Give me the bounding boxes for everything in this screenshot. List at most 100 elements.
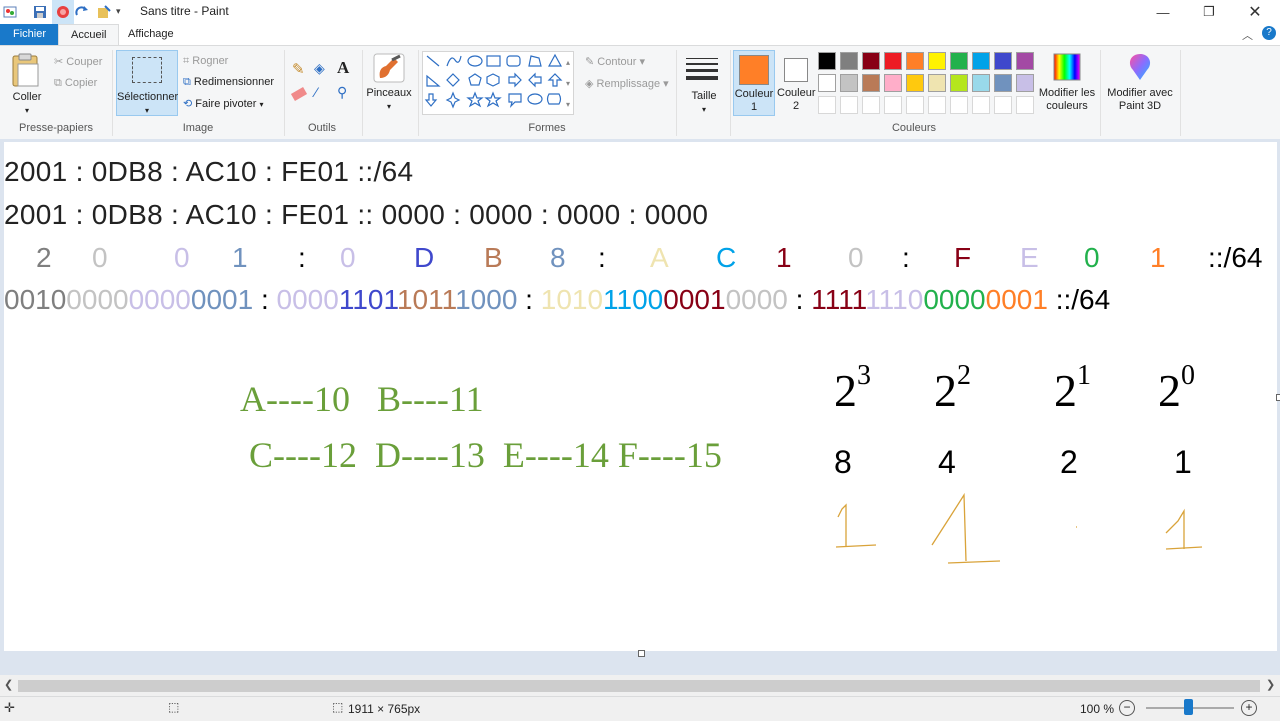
binary-nibble: 1101	[338, 284, 397, 315]
palette-swatch[interactable]	[906, 52, 924, 70]
text-tool-icon[interactable]: A	[337, 58, 349, 78]
zoom-out-button[interactable]: −	[1119, 700, 1135, 716]
edit-paint3d-button[interactable]: Modifier avec Paint 3D	[1104, 52, 1176, 118]
binary-nibble: 1011	[396, 284, 456, 315]
scroll-right-icon[interactable]: ❯	[1266, 678, 1275, 691]
custom-color-slot[interactable]	[928, 96, 946, 114]
tab-home[interactable]: Accueil	[58, 24, 120, 46]
zoom-slider-thumb[interactable]	[1184, 699, 1193, 715]
hex-digit: :	[298, 242, 306, 273]
palette-swatch[interactable]	[884, 52, 902, 70]
palette-swatch[interactable]	[928, 52, 946, 70]
rotate-label: Faire pivoter	[195, 98, 257, 110]
palette-swatch[interactable]	[818, 74, 836, 92]
select-dropdown-icon[interactable]: ▾	[117, 104, 177, 117]
tab-view[interactable]: Affichage	[116, 24, 186, 45]
binary-nibble: 1100	[603, 284, 664, 315]
close-button[interactable]: ✕	[1232, 0, 1278, 24]
magnifier-icon[interactable]: ⚲	[337, 84, 347, 101]
resize-button[interactable]: ⧉ Redimensionner	[183, 76, 274, 89]
resize-icon: ⧉	[183, 76, 191, 88]
qat-dropdown-icon[interactable]: ▾	[116, 6, 121, 17]
canvas-text-line2: 2001 : 0DB8 : AC10 : FE01 :: 0000 : 0000…	[4, 199, 709, 230]
custom-color-slot[interactable]	[818, 96, 836, 114]
shapes-scroll-icon[interactable]: ▴ ▾ ▾	[566, 52, 570, 115]
size-label: Taille	[691, 90, 717, 102]
palette-swatch[interactable]	[994, 74, 1012, 92]
palette-swatch[interactable]	[972, 52, 990, 70]
custom-color-slot[interactable]	[972, 96, 990, 114]
drawing-canvas[interactable]: 2001 : 0DB8 : AC10 : FE01 ::/64 2001 : 0…	[4, 142, 1277, 651]
select-button[interactable]: Sélectionner ▾	[116, 50, 178, 116]
crop-label: Rogner	[192, 55, 229, 67]
minimize-button[interactable]: —	[1140, 0, 1186, 24]
hex-digit: 8	[550, 242, 566, 273]
redo-icon[interactable]	[74, 4, 90, 20]
save-icon[interactable]	[32, 4, 48, 20]
cursor-position-icon: ✛	[4, 700, 15, 715]
palette-swatch[interactable]	[840, 74, 858, 92]
color1-button[interactable]: Couleur 1	[733, 50, 775, 116]
restore-button[interactable]: ❐	[1186, 0, 1232, 24]
binary-weight: 2	[1060, 444, 1078, 480]
undo-icon[interactable]	[55, 4, 71, 20]
custom-color-slot[interactable]	[862, 96, 880, 114]
custom-color-slot[interactable]	[840, 96, 858, 114]
hex-digit: 0	[848, 242, 864, 273]
palette-swatch[interactable]	[818, 52, 836, 70]
pencil-icon[interactable]: ✎	[292, 60, 305, 78]
palette-swatch[interactable]	[862, 74, 880, 92]
palette-swatch[interactable]	[884, 74, 902, 92]
color2-button[interactable]: Couleur 2	[777, 50, 816, 116]
paste-button[interactable]: Coller ▾	[8, 52, 46, 115]
size-button[interactable]: Taille ▾	[682, 54, 726, 118]
copy-button[interactable]: ⧉ Copier	[54, 77, 97, 90]
palette-swatch[interactable]	[1016, 52, 1034, 70]
zoom-level: 100 %	[1080, 702, 1115, 716]
color-picker-icon[interactable]: ⁄	[315, 84, 317, 100]
palette-swatch[interactable]	[862, 52, 880, 70]
zoom-in-button[interactable]: +	[1241, 700, 1257, 716]
edit-colors-label-a: Modifier les	[1038, 87, 1096, 99]
custom-color-slot[interactable]	[994, 96, 1012, 114]
binary-nibble: 0000	[128, 284, 191, 315]
palette-swatch[interactable]	[994, 52, 1012, 70]
brushes-button[interactable]: Pinceaux ▾	[366, 52, 412, 118]
palette-swatch[interactable]	[972, 74, 990, 92]
crop-button[interactable]: ⌗ Rogner	[183, 55, 228, 68]
help-icon[interactable]: ?	[1262, 26, 1276, 40]
canvas-resize-handle-bottom[interactable]	[638, 650, 645, 657]
palette-swatch[interactable]	[1016, 74, 1034, 92]
collapse-ribbon-icon[interactable]: ︿	[1242, 27, 1253, 43]
shapes-gallery[interactable]	[422, 51, 574, 115]
color2-swatch	[784, 58, 808, 82]
custom-color-slot[interactable]	[906, 96, 924, 114]
palette-swatch[interactable]	[950, 74, 968, 92]
palette-swatch[interactable]	[840, 52, 858, 70]
edit-colors-button[interactable]: Modifier les couleurs	[1038, 52, 1096, 118]
canvas-resize-handle-right[interactable]	[1276, 394, 1280, 401]
palette-swatch[interactable]	[906, 74, 924, 92]
palette-swatch[interactable]	[950, 52, 968, 70]
cut-button[interactable]: ✂ Couper	[54, 55, 102, 68]
customize-qat-icon[interactable]	[96, 4, 112, 20]
fill-button[interactable]: ◈ Remplissage ▾	[585, 77, 669, 90]
outline-button[interactable]: ✎ Contour ▾	[585, 55, 645, 68]
paste-dropdown-icon[interactable]: ▾	[8, 104, 46, 117]
custom-color-slot[interactable]	[884, 96, 902, 114]
brushes-label: Pinceaux	[366, 87, 412, 99]
color-spectrum-icon	[1053, 53, 1081, 81]
rotate-button[interactable]: ⟲ Faire pivoter ▾	[183, 97, 264, 110]
fill-bucket-icon[interactable]: ◈	[314, 60, 325, 77]
binary-nibble: 1010	[540, 284, 604, 315]
scrollbar-thumb[interactable]	[18, 680, 1260, 692]
paint-app-icon[interactable]	[2, 4, 18, 20]
color1-label-b: 1	[750, 101, 758, 113]
eraser-icon[interactable]	[290, 87, 308, 101]
brushes-dropdown-icon: ▾	[386, 102, 391, 111]
custom-color-slot[interactable]	[950, 96, 968, 114]
scroll-left-icon[interactable]: ❮	[4, 678, 13, 691]
palette-swatch[interactable]	[928, 74, 946, 92]
tab-file[interactable]: Fichier	[0, 24, 59, 45]
custom-color-slot[interactable]	[1016, 96, 1034, 114]
